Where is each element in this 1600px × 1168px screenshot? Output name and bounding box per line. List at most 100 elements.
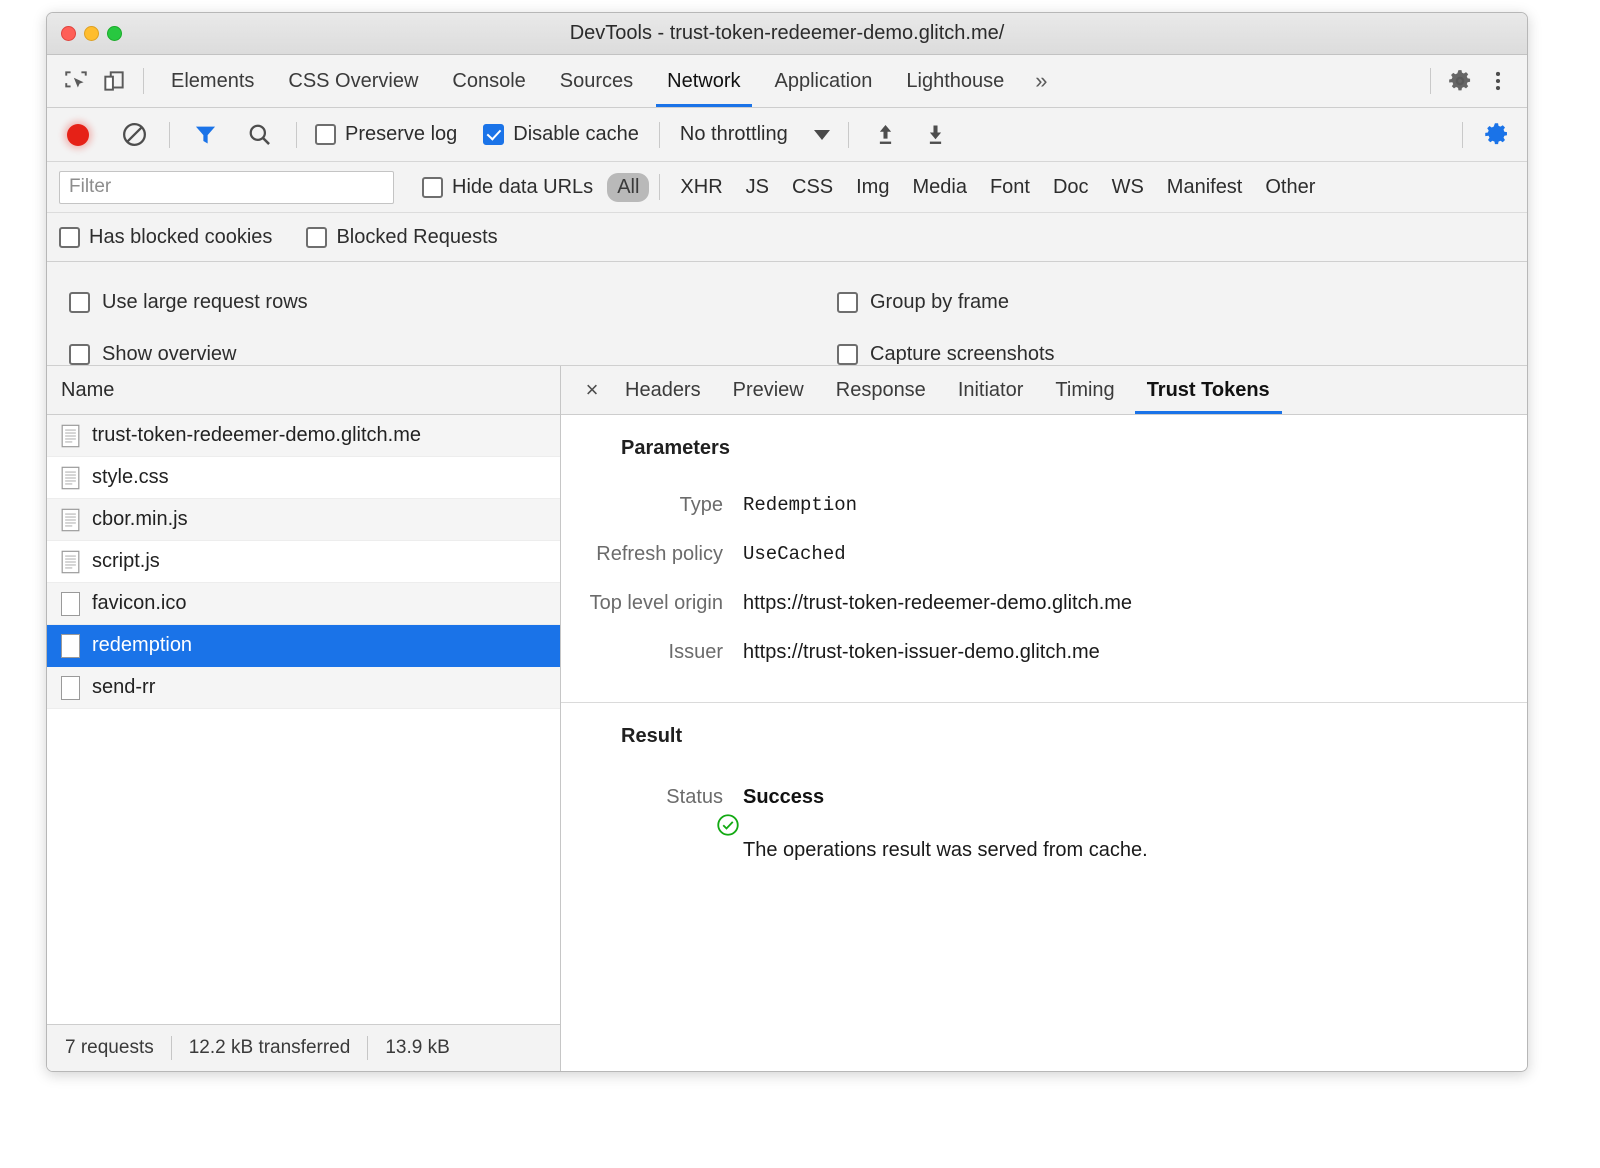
tab-application[interactable]: Application bbox=[758, 55, 890, 107]
import-har-icon[interactable] bbox=[867, 116, 905, 154]
status-message: The operations result was served from ca… bbox=[743, 839, 1148, 862]
group-by-frame-label: Group by frame bbox=[870, 291, 1009, 314]
close-icon[interactable]: × bbox=[575, 373, 609, 407]
table-row[interactable]: script.js bbox=[47, 541, 560, 583]
filter-type-img[interactable]: Img bbox=[846, 173, 899, 202]
tab-preview[interactable]: Preview bbox=[717, 366, 820, 414]
request-rows: trust-token-redeemer-demo.glitch.me styl… bbox=[47, 415, 560, 1024]
result-title: Result bbox=[621, 725, 1527, 748]
refresh-policy-value: UseCached bbox=[743, 543, 846, 566]
tab-label: Application bbox=[775, 70, 873, 93]
document-icon bbox=[61, 550, 80, 574]
group-by-frame-box bbox=[837, 292, 858, 313]
tab-label: Elements bbox=[171, 70, 254, 93]
filter-type-doc[interactable]: Doc bbox=[1043, 173, 1099, 202]
hide-data-urls-checkbox[interactable]: Hide data URLs bbox=[422, 176, 593, 199]
network-settings-gear-icon[interactable] bbox=[1477, 116, 1515, 154]
blocked-requests-checkbox[interactable]: Blocked Requests bbox=[306, 226, 497, 249]
device-toolbar-icon[interactable] bbox=[95, 62, 133, 100]
tab-label: CSS Overview bbox=[288, 70, 418, 93]
use-large-request-rows-checkbox[interactable]: Use large request rows bbox=[69, 276, 308, 328]
record-button[interactable] bbox=[59, 116, 97, 154]
network-settings-pane: Use large request rows Show overview Gro… bbox=[47, 262, 1527, 366]
request-name: script.js bbox=[92, 550, 160, 573]
filter-type-media[interactable]: Media bbox=[902, 173, 976, 202]
has-blocked-cookies-checkbox[interactable]: Has blocked cookies bbox=[59, 226, 272, 249]
maximize-window-button[interactable] bbox=[107, 26, 122, 41]
tab-network[interactable]: Network bbox=[650, 55, 757, 107]
result-section: Result Status Success The operations res… bbox=[561, 703, 1527, 918]
toolbar-divider-3 bbox=[659, 122, 660, 148]
show-overview-checkbox[interactable]: Show overview bbox=[69, 328, 308, 380]
toolbar-divider-right bbox=[1430, 68, 1431, 94]
issuer-value: https://trust-token-issuer-demo.glitch.m… bbox=[743, 641, 1100, 664]
close-window-button[interactable] bbox=[61, 26, 76, 41]
blank-file-icon bbox=[61, 634, 80, 658]
table-row[interactable]: cbor.min.js bbox=[47, 499, 560, 541]
table-row[interactable]: style.css bbox=[47, 457, 560, 499]
toolbar-divider-1 bbox=[169, 122, 170, 148]
type-value: Redemption bbox=[743, 494, 857, 517]
filter-type-xhr[interactable]: XHR bbox=[670, 173, 732, 202]
request-name: cbor.min.js bbox=[92, 508, 188, 531]
tab-sources[interactable]: Sources bbox=[543, 55, 650, 107]
gear-icon[interactable] bbox=[1441, 62, 1479, 100]
more-options-icon[interactable] bbox=[1479, 62, 1517, 100]
tab-response[interactable]: Response bbox=[820, 366, 942, 414]
success-check-icon bbox=[715, 812, 741, 838]
group-by-frame-checkbox[interactable]: Group by frame bbox=[837, 276, 1055, 328]
clear-button[interactable] bbox=[115, 116, 153, 154]
table-row[interactable]: favicon.ico bbox=[47, 583, 560, 625]
preserve-log-checkbox[interactable]: Preserve log bbox=[315, 123, 457, 146]
use-large-request-rows-label: Use large request rows bbox=[102, 291, 308, 314]
filter-icon[interactable] bbox=[186, 116, 224, 154]
main-tabs: Elements CSS Overview Console Sources Ne… bbox=[154, 55, 1062, 107]
parameters-section: Parameters Type Redemption Refresh polic… bbox=[561, 415, 1527, 703]
hide-data-urls-label: Hide data URLs bbox=[452, 176, 593, 199]
document-icon bbox=[61, 466, 80, 490]
filter-type-js[interactable]: JS bbox=[736, 173, 779, 202]
filter-input[interactable] bbox=[59, 171, 394, 204]
type-label: Type bbox=[561, 494, 743, 517]
parameter-issuer-row: Issuer https://trust-token-issuer-demo.g… bbox=[561, 641, 1527, 664]
use-large-request-rows-box bbox=[69, 292, 90, 313]
parameter-top-level-origin-row: Top level origin https://trust-token-red… bbox=[561, 592, 1527, 615]
issuer-label: Issuer bbox=[561, 641, 743, 664]
has-blocked-cookies-box bbox=[59, 227, 80, 248]
inspect-element-icon[interactable] bbox=[57, 62, 95, 100]
minimize-window-button[interactable] bbox=[84, 26, 99, 41]
tab-console[interactable]: Console bbox=[435, 55, 542, 107]
tab-timing[interactable]: Timing bbox=[1039, 366, 1130, 414]
tab-initiator[interactable]: Initiator bbox=[942, 366, 1040, 414]
request-name: send-rr bbox=[92, 676, 155, 699]
filter-type-ws[interactable]: WS bbox=[1102, 173, 1154, 202]
disable-cache-box bbox=[483, 124, 504, 145]
table-row[interactable]: trust-token-redeemer-demo.glitch.me bbox=[47, 415, 560, 457]
top-level-origin-value: https://trust-token-redeemer-demo.glitch… bbox=[743, 592, 1132, 615]
table-row[interactable]: redemption bbox=[47, 625, 560, 667]
toolbar-divider bbox=[143, 68, 144, 94]
tab-css-overview[interactable]: CSS Overview bbox=[271, 55, 435, 107]
filter-type-manifest[interactable]: Manifest bbox=[1157, 173, 1253, 202]
table-row[interactable]: send-rr bbox=[47, 667, 560, 709]
more-tabs-icon[interactable]: » bbox=[1021, 68, 1061, 94]
filter-type-all[interactable]: All bbox=[607, 173, 649, 202]
network-toolbar: Preserve log Disable cache No throttling bbox=[47, 108, 1527, 162]
search-icon[interactable] bbox=[240, 116, 278, 154]
tab-headers[interactable]: Headers bbox=[609, 366, 717, 414]
blocked-filter-bar: Has blocked cookies Blocked Requests bbox=[47, 213, 1527, 262]
disable-cache-checkbox[interactable]: Disable cache bbox=[483, 123, 639, 146]
throttling-dropdown[interactable]: No throttling bbox=[680, 123, 830, 146]
filter-type-font[interactable]: Font bbox=[980, 173, 1040, 202]
tab-trust-tokens[interactable]: Trust Tokens bbox=[1131, 366, 1286, 414]
export-har-icon[interactable] bbox=[917, 116, 955, 154]
tab-lighthouse[interactable]: Lighthouse bbox=[889, 55, 1021, 107]
top-level-origin-label: Top level origin bbox=[561, 592, 743, 615]
request-list-pane: Name trust-token-redeemer-demo.glitch.me… bbox=[47, 366, 561, 1071]
filter-type-other[interactable]: Other bbox=[1255, 173, 1325, 202]
tab-elements[interactable]: Elements bbox=[154, 55, 271, 107]
network-split: Name trust-token-redeemer-demo.glitch.me… bbox=[47, 366, 1527, 1071]
filter-type-css[interactable]: CSS bbox=[782, 173, 843, 202]
chevron-down-icon bbox=[814, 130, 830, 140]
document-icon bbox=[61, 424, 80, 448]
